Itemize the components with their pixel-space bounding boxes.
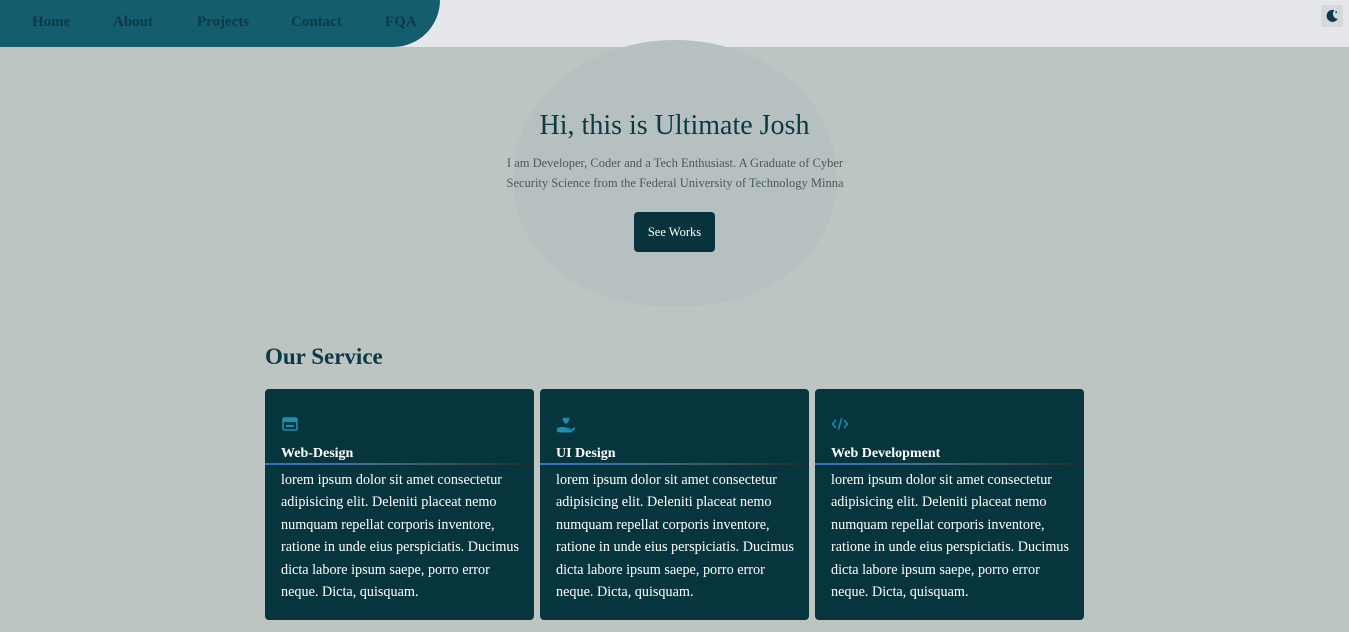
- services-heading: Our Service: [265, 344, 383, 369]
- main-nav: Home About Projects Contact FQA: [0, 0, 440, 47]
- hero-title: Hi, this is Ultimate Josh: [539, 110, 810, 141]
- service-card-title: Web Development: [831, 446, 941, 461]
- nav-link-fqa[interactable]: FQA: [385, 14, 417, 31]
- service-card-text: lorem ipsum dolor sit amet consectetur a…: [281, 472, 519, 601]
- service-card-web-design: Web-Design lorem ipsum dolor sit amet co…: [265, 389, 534, 620]
- nav-link-projects[interactable]: Projects: [197, 14, 249, 31]
- service-card-ui-design: UI Design lorem ipsum dolor sit amet con…: [540, 389, 809, 620]
- hand-heart-icon: [556, 415, 576, 433]
- hero-subtitle: I am Developer, Coder and a Tech Enthusi…: [506, 156, 844, 190]
- nav-link-contact[interactable]: Contact: [291, 14, 342, 31]
- code-icon: [831, 415, 849, 433]
- service-card-text: lorem ipsum dolor sit amet consectetur a…: [831, 472, 1069, 601]
- divider: [265, 463, 534, 465]
- nav-link-home[interactable]: Home: [32, 14, 70, 31]
- divider: [540, 463, 809, 465]
- theme-toggle-button[interactable]: [1321, 5, 1343, 27]
- moon-icon: [1326, 9, 1338, 22]
- nav-link-about[interactable]: About: [113, 14, 153, 31]
- service-card-text: lorem ipsum dolor sit amet consectetur a…: [556, 472, 794, 601]
- divider: [815, 463, 1084, 465]
- browser-window-icon: [281, 415, 299, 433]
- see-works-button[interactable]: See Works: [634, 212, 715, 252]
- service-card-web-development: Web Development lorem ipsum dolor sit am…: [815, 389, 1084, 620]
- service-card-title: UI Design: [556, 446, 616, 461]
- service-card-title: Web-Design: [281, 446, 354, 461]
